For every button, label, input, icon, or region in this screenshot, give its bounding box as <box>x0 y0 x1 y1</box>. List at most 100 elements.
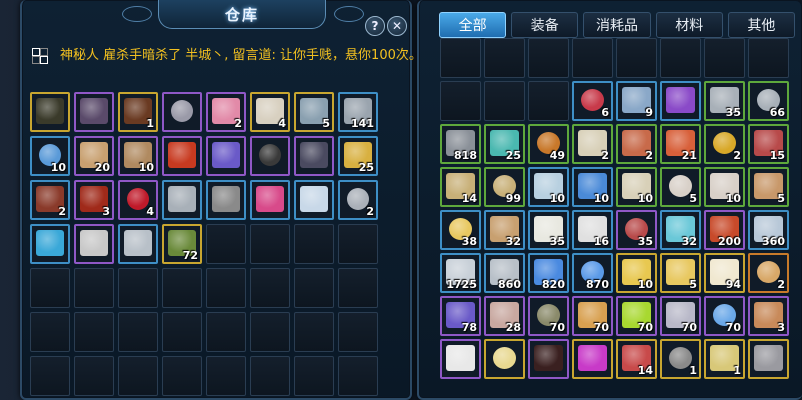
empty-slot[interactable] <box>118 268 158 308</box>
item-slot[interactable]: 10 <box>616 253 657 293</box>
tab-other[interactable]: 其他 <box>727 12 796 38</box>
close-button[interactable]: ✕ <box>387 16 407 36</box>
item-slot[interactable]: 5 <box>748 167 789 207</box>
item-slot[interactable]: 860 <box>484 253 525 293</box>
item-slot[interactable] <box>118 224 158 264</box>
item-slot[interactable]: 15 <box>748 124 789 164</box>
item-slot[interactable]: 9 <box>616 81 657 121</box>
item-slot[interactable]: 5 <box>294 92 334 132</box>
empty-slot[interactable] <box>250 268 290 308</box>
item-slot[interactable] <box>162 136 202 176</box>
item-slot[interactable]: 1 <box>118 92 158 132</box>
item-slot[interactable] <box>660 81 701 121</box>
empty-slot[interactable] <box>74 312 114 352</box>
item-slot[interactable]: 70 <box>616 296 657 336</box>
item-slot[interactable]: 360 <box>748 210 789 250</box>
item-slot[interactable] <box>528 339 569 379</box>
item-slot[interactable]: 14 <box>616 339 657 379</box>
empty-slot[interactable] <box>616 38 657 78</box>
item-slot[interactable] <box>74 92 114 132</box>
item-slot[interactable]: 32 <box>484 210 525 250</box>
tab-equipment[interactable]: 装备 <box>511 12 579 38</box>
item-slot[interactable]: 35 <box>528 210 569 250</box>
item-slot[interactable]: 32 <box>660 210 701 250</box>
empty-slot[interactable] <box>30 268 70 308</box>
item-slot[interactable]: 820 <box>528 253 569 293</box>
item-slot[interactable]: 2 <box>572 124 613 164</box>
item-slot[interactable]: 66 <box>748 81 789 121</box>
item-slot[interactable] <box>30 224 70 264</box>
item-slot[interactable] <box>250 180 290 220</box>
item-slot[interactable]: 70 <box>660 296 701 336</box>
empty-slot[interactable] <box>118 356 158 396</box>
item-slot[interactable] <box>748 339 789 379</box>
item-slot[interactable]: 141 <box>338 92 378 132</box>
item-slot[interactable] <box>206 180 246 220</box>
empty-slot[interactable] <box>338 312 378 352</box>
item-slot[interactable]: 1725 <box>440 253 481 293</box>
item-slot[interactable]: 1 <box>704 339 745 379</box>
item-slot[interactable]: 4 <box>118 180 158 220</box>
item-slot[interactable]: 870 <box>572 253 613 293</box>
item-slot[interactable]: 78 <box>440 296 481 336</box>
empty-slot[interactable] <box>162 356 202 396</box>
item-slot[interactable] <box>162 92 202 132</box>
empty-slot[interactable] <box>528 81 569 121</box>
empty-slot[interactable] <box>74 268 114 308</box>
item-slot[interactable]: 35 <box>704 81 745 121</box>
item-slot[interactable]: 99 <box>484 167 525 207</box>
empty-slot[interactable] <box>338 356 378 396</box>
empty-slot[interactable] <box>338 224 378 264</box>
help-button[interactable]: ? <box>365 16 385 36</box>
empty-slot[interactable] <box>206 268 246 308</box>
item-slot[interactable]: 25 <box>338 136 378 176</box>
empty-slot[interactable] <box>30 356 70 396</box>
empty-slot[interactable] <box>294 356 334 396</box>
item-slot[interactable]: 16 <box>572 210 613 250</box>
tab-materials[interactable]: 材料 <box>655 12 723 38</box>
empty-slot[interactable] <box>74 356 114 396</box>
item-slot[interactable]: 2 <box>338 180 378 220</box>
empty-slot[interactable] <box>660 38 701 78</box>
item-slot[interactable]: 2 <box>616 124 657 164</box>
item-slot[interactable] <box>162 180 202 220</box>
item-slot[interactable]: 2 <box>30 180 70 220</box>
item-slot[interactable] <box>484 339 525 379</box>
empty-slot[interactable] <box>294 312 334 352</box>
item-slot[interactable]: 818 <box>440 124 481 164</box>
tab-consumables[interactable]: 消耗品 <box>583 12 651 38</box>
empty-slot[interactable] <box>440 38 481 78</box>
empty-slot[interactable] <box>162 268 202 308</box>
item-slot[interactable] <box>206 136 246 176</box>
item-slot[interactable]: 5 <box>660 253 701 293</box>
item-slot[interactable]: 6 <box>572 81 613 121</box>
item-slot[interactable] <box>572 339 613 379</box>
empty-slot[interactable] <box>162 312 202 352</box>
empty-slot[interactable] <box>250 224 290 264</box>
item-slot[interactable]: 49 <box>528 124 569 164</box>
item-slot[interactable]: 1 <box>660 339 701 379</box>
item-slot[interactable]: 10 <box>118 136 158 176</box>
empty-slot[interactable] <box>206 224 246 264</box>
item-slot[interactable]: 10 <box>704 167 745 207</box>
item-slot[interactable]: 14 <box>440 167 481 207</box>
empty-slot[interactable] <box>250 312 290 352</box>
item-slot[interactable]: 94 <box>704 253 745 293</box>
tab-all[interactable]: 全部 <box>439 12 507 38</box>
item-slot[interactable]: 200 <box>704 210 745 250</box>
item-slot[interactable]: 25 <box>484 124 525 164</box>
item-slot[interactable]: 70 <box>572 296 613 336</box>
item-slot[interactable] <box>294 136 334 176</box>
item-slot[interactable] <box>74 224 114 264</box>
item-slot[interactable]: 4 <box>250 92 290 132</box>
item-slot[interactable]: 70 <box>528 296 569 336</box>
item-slot[interactable]: 28 <box>484 296 525 336</box>
item-slot[interactable]: 10 <box>30 136 70 176</box>
empty-slot[interactable] <box>338 268 378 308</box>
item-slot[interactable] <box>250 136 290 176</box>
item-slot[interactable] <box>30 92 70 132</box>
item-slot[interactable] <box>440 339 481 379</box>
empty-slot[interactable] <box>572 38 613 78</box>
item-slot[interactable]: 2 <box>704 124 745 164</box>
empty-slot[interactable] <box>250 356 290 396</box>
